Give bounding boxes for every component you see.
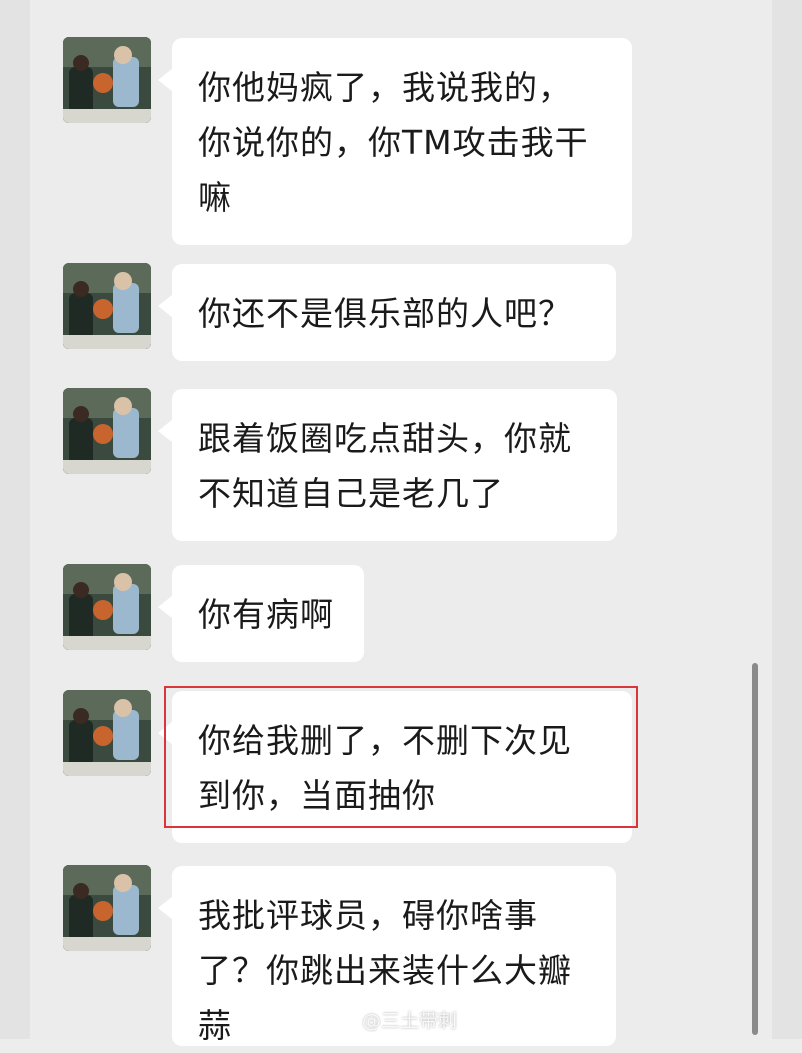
basketball-player-avatar-icon	[63, 37, 151, 123]
avatar[interactable]	[63, 865, 151, 951]
message-bubble: 你还不是俱乐部的人吧？	[158, 264, 616, 361]
avatar[interactable]	[63, 37, 151, 123]
avatar[interactable]	[63, 263, 151, 349]
basketball-player-avatar-icon	[63, 564, 151, 650]
left-margin	[0, 0, 30, 1039]
basketball-player-avatar-icon	[63, 388, 151, 474]
right-margin	[772, 0, 802, 1039]
basketball-player-avatar-icon	[63, 263, 151, 349]
avatar[interactable]	[63, 690, 151, 776]
avatar[interactable]	[63, 388, 151, 474]
scrollbar[interactable]	[752, 663, 758, 1035]
watermark: @三土带刺	[332, 1004, 457, 1034]
message-bubble: 跟着饭圈吃点甜头，你就 不知道自己是老几了	[158, 389, 617, 541]
basketball-player-avatar-icon	[63, 690, 151, 776]
watermark-text: @三土带刺	[362, 1009, 458, 1032]
highlight-box	[164, 686, 638, 828]
weibo-icon	[332, 1010, 355, 1029]
avatar[interactable]	[63, 564, 151, 650]
message-bubble: 你他妈疯了，我说我的， 你说你的，你TM攻击我干 嘛	[158, 38, 632, 245]
basketball-player-avatar-icon	[63, 865, 151, 951]
message-bubble: 你有病啊	[158, 565, 364, 662]
chat-screenshot: 你他妈疯了，我说我的， 你说你的，你TM攻击我干 嘛 你还不是俱乐部的人吧？ 跟…	[0, 0, 802, 1046]
